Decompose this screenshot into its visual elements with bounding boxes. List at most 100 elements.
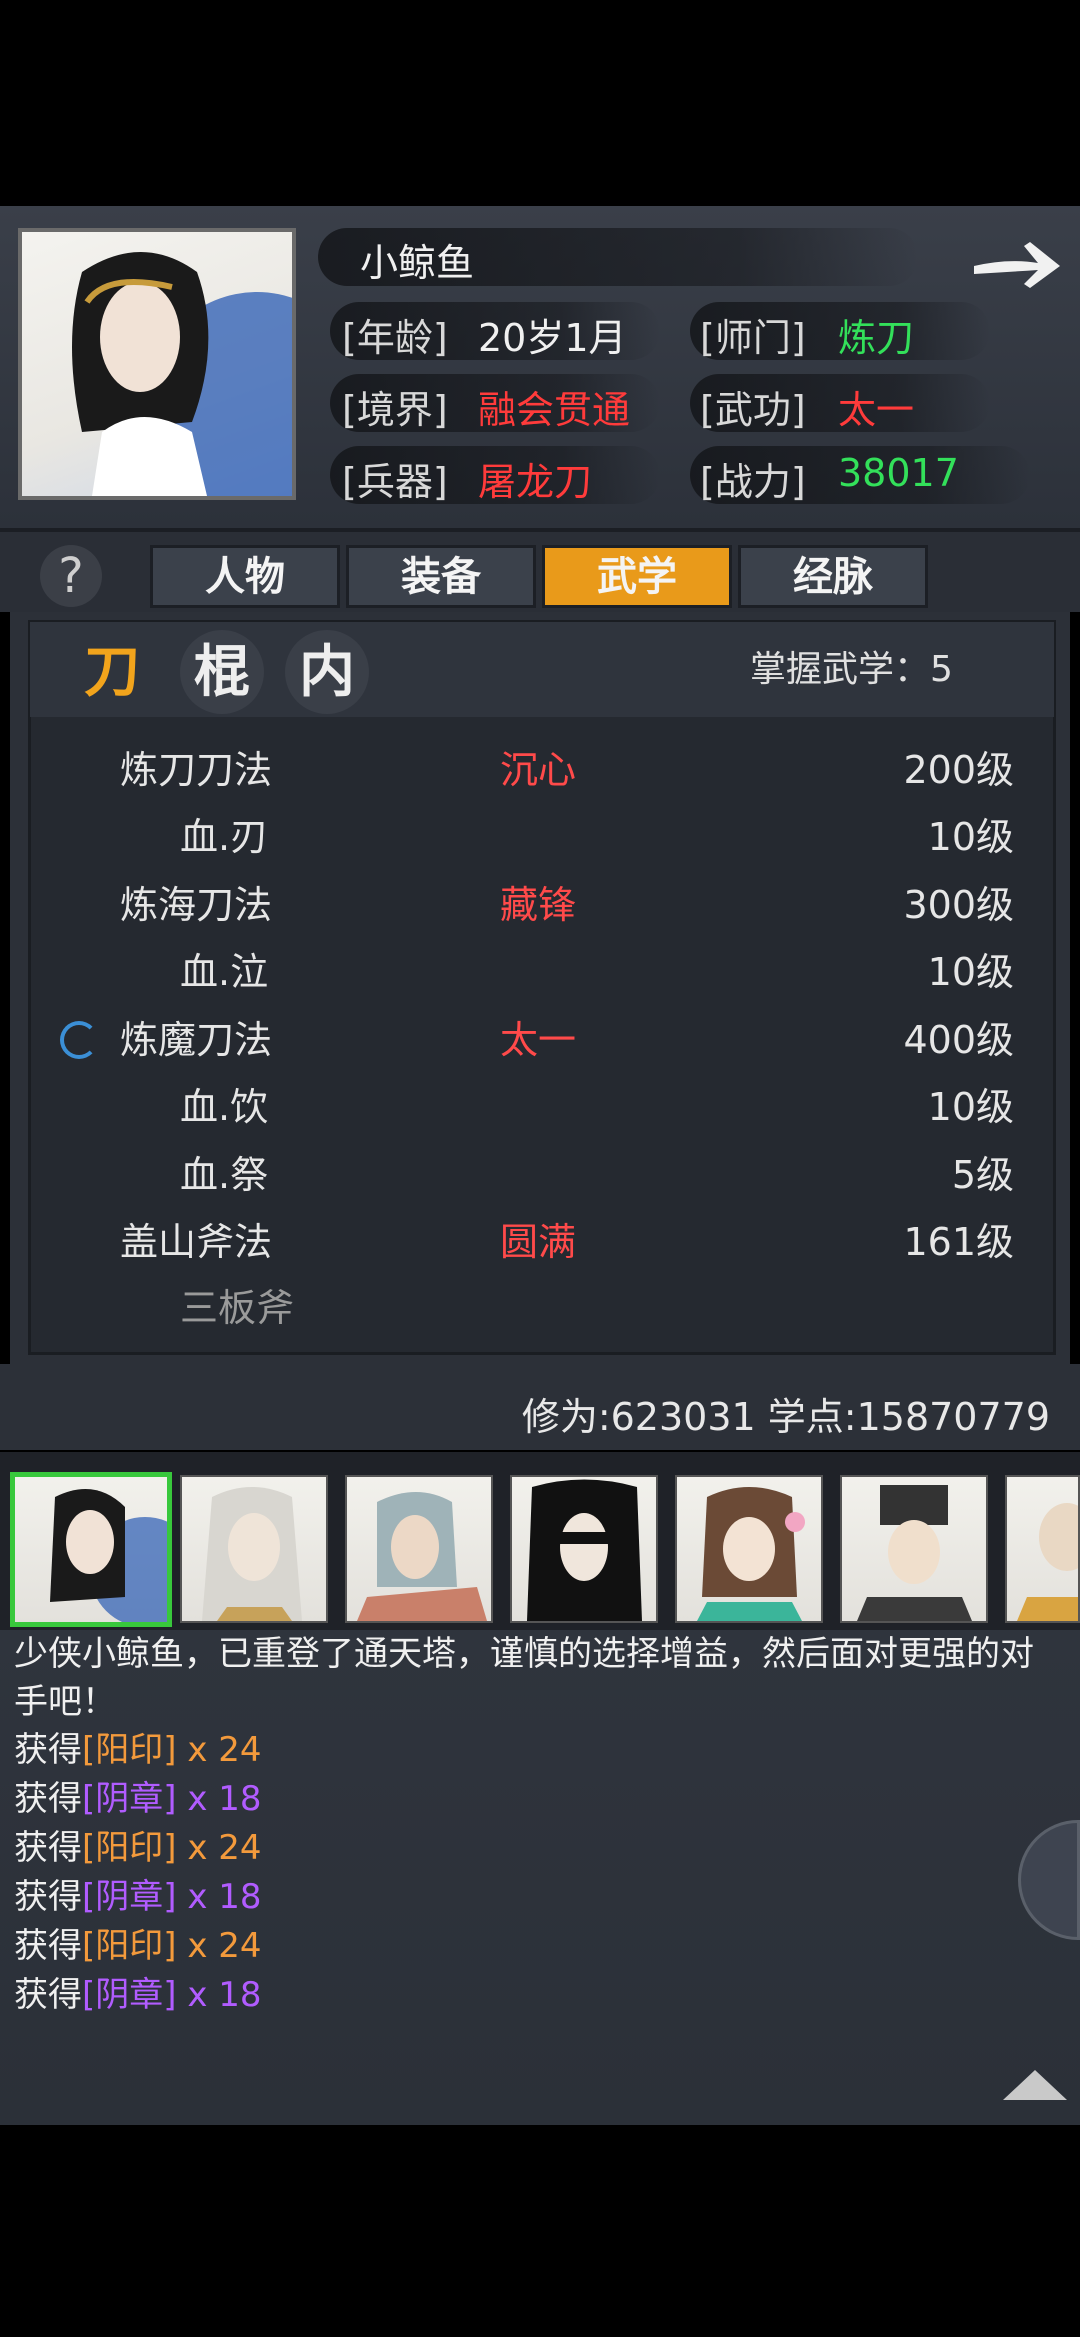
- tab-martial-arts[interactable]: 武学: [542, 545, 732, 608]
- log-item-qty: x 24: [187, 1730, 262, 1770]
- log-item-name: [阴章]: [82, 1779, 177, 1819]
- help-button[interactable]: ?: [40, 545, 102, 607]
- skill-level: 5级: [951, 1153, 1014, 1197]
- skill-name: 炼魔刀法: [120, 1018, 273, 1062]
- character-slot[interactable]: [345, 1475, 493, 1623]
- skill-tag: 圆满: [500, 1220, 577, 1264]
- age-value: 20岁1月: [478, 316, 627, 360]
- top-black-band: [0, 0, 1080, 206]
- skill-name: 炼刀刀法: [120, 748, 273, 792]
- log-prefix: 获得: [14, 1828, 82, 1868]
- log-entry: 获得[阳印] x 24: [14, 1922, 262, 1970]
- active-skill-spinner-icon: [60, 1021, 98, 1059]
- character-slot[interactable]: [10, 1472, 172, 1627]
- log-item-qty: x 24: [187, 1828, 262, 1868]
- skill-level: 10级: [927, 815, 1014, 859]
- martial-value: 太一: [838, 388, 915, 432]
- log-item-name: [阳印]: [82, 1730, 177, 1770]
- tab-meridians[interactable]: 经脉: [738, 545, 928, 608]
- character-slot[interactable]: [840, 1475, 988, 1623]
- character-portrait-icon: [697, 1487, 805, 1621]
- log-entry: 获得[阴章] x 18: [14, 1873, 262, 1921]
- realm-value: 融会贯通: [478, 388, 631, 432]
- log-item-qty: x 18: [187, 1779, 262, 1819]
- skill-name: 炼海刀法: [120, 883, 273, 927]
- log-intro: 少侠小鲸鱼，已重登了通天塔，谨慎的选择增益，然后面对更强的对手吧！: [14, 1634, 1034, 1722]
- log-item-qty: x 24: [187, 1926, 262, 1966]
- skill-row[interactable]: 血.泣 10级: [30, 939, 1054, 1005]
- character-portrait[interactable]: [18, 228, 296, 500]
- stats-line: 修为:623031 学点:15870779: [522, 1386, 1050, 1441]
- log-prefix: 获得: [14, 1926, 82, 1966]
- log-prefix: 获得: [14, 1877, 82, 1917]
- school-label: [师门]: [700, 316, 806, 360]
- log-item-qty: x 18: [187, 1877, 262, 1917]
- log-item-name: [阴章]: [82, 1877, 177, 1917]
- scroll-up-triangle-icon[interactable]: [1003, 2070, 1067, 2100]
- category-staff[interactable]: 棍: [180, 630, 264, 714]
- log-entry: 获得[阳印] x 24: [14, 1726, 262, 1774]
- skill-list[interactable]: 炼刀刀法 沉心 200级 血.刃 10级 炼海刀法 藏锋 300级 血.泣 10…: [30, 717, 1054, 1342]
- skill-name: 血.饮: [180, 1085, 269, 1129]
- skill-row[interactable]: 炼魔刀法 太一 400级: [30, 1007, 1054, 1073]
- skill-row[interactable]: 炼刀刀法 沉心 200级: [30, 737, 1054, 803]
- player-name: 小鲸鱼: [360, 241, 475, 285]
- log-item-name: [阳印]: [82, 1926, 177, 1966]
- mastery-count: 掌握武学：5: [750, 649, 953, 690]
- skill-tag: 太一: [500, 1018, 577, 1062]
- cultivation-value: 修为:623031: [521, 1395, 756, 1439]
- skill-name: 血.刃: [180, 815, 269, 859]
- power-label: [战力]: [700, 460, 806, 504]
- character-portrait-icon: [50, 1489, 167, 1622]
- arrow-right-icon: [974, 242, 1060, 288]
- log-entry: 获得[阳印] x 24: [14, 1824, 262, 1872]
- martial-label: [武功]: [700, 388, 806, 432]
- character-portrait-icon: [202, 1487, 302, 1621]
- log-item-qty: x 18: [187, 1975, 262, 2015]
- tab-equipment[interactable]: 装备: [346, 545, 536, 608]
- skill-row[interactable]: 盖山斧法 圆满 161级: [30, 1209, 1054, 1275]
- log-item-name: [阳印]: [82, 1828, 177, 1868]
- next-arrow-button[interactable]: [968, 228, 1064, 298]
- power-value: 38017: [838, 451, 959, 495]
- log-entry: 获得[阴章] x 18: [14, 1971, 262, 2019]
- skill-name: 三板斧: [180, 1286, 295, 1330]
- category-internal[interactable]: 内: [285, 630, 369, 714]
- portrait-illustration: [72, 252, 292, 496]
- character-slot[interactable]: [180, 1475, 328, 1623]
- character-portrait-icon: [527, 1479, 642, 1621]
- weapon-label: [兵器]: [342, 460, 448, 504]
- skill-name: 血.祭: [180, 1153, 269, 1197]
- realm-label: [境界]: [342, 388, 448, 432]
- learn-points-value: 学点:15870779: [767, 1395, 1050, 1439]
- character-slot[interactable]: [1005, 1475, 1080, 1623]
- skill-level: 300级: [903, 883, 1014, 927]
- skill-row[interactable]: 三板斧: [30, 1275, 1054, 1341]
- skill-row[interactable]: 血.饮 10级: [30, 1074, 1054, 1140]
- log-prefix: 获得: [14, 1730, 82, 1770]
- message-log: 少侠小鲸鱼，已重登了通天塔，谨慎的选择增益，然后面对更强的对手吧！ 获得[阳印]…: [0, 1630, 1080, 2125]
- skill-row[interactable]: 血.祭 5级: [30, 1142, 1054, 1208]
- tab-character[interactable]: 人物: [150, 545, 340, 608]
- character-portrait-icon: [357, 1492, 487, 1621]
- bottom-black-band: [0, 2125, 1080, 2337]
- weapon-value: 屠龙刀: [478, 460, 593, 504]
- skill-level: 400级: [903, 1018, 1014, 1062]
- log-prefix: 获得: [14, 1975, 82, 2015]
- skill-row[interactable]: 血.刃 10级: [30, 804, 1054, 870]
- age-label: [年龄]: [342, 316, 448, 360]
- log-entry: 获得[阴章] x 18: [14, 1775, 262, 1823]
- skill-level: 161级: [903, 1220, 1014, 1264]
- skill-level: 10级: [927, 1085, 1014, 1129]
- skill-row[interactable]: 炼海刀法 藏锋 300级: [30, 872, 1054, 938]
- skill-name: 盖山斧法: [120, 1220, 273, 1264]
- log-prefix: 获得: [14, 1779, 82, 1819]
- skill-tag: 沉心: [500, 748, 577, 792]
- school-value: 炼刀: [838, 316, 915, 360]
- category-blade[interactable]: 刀: [70, 630, 154, 714]
- character-slot[interactable]: [675, 1475, 823, 1623]
- skill-name: 血.泣: [180, 950, 269, 994]
- character-portrait-icon: [857, 1485, 972, 1621]
- character-portrait-icon: [1017, 1503, 1078, 1621]
- character-slot[interactable]: [510, 1475, 658, 1623]
